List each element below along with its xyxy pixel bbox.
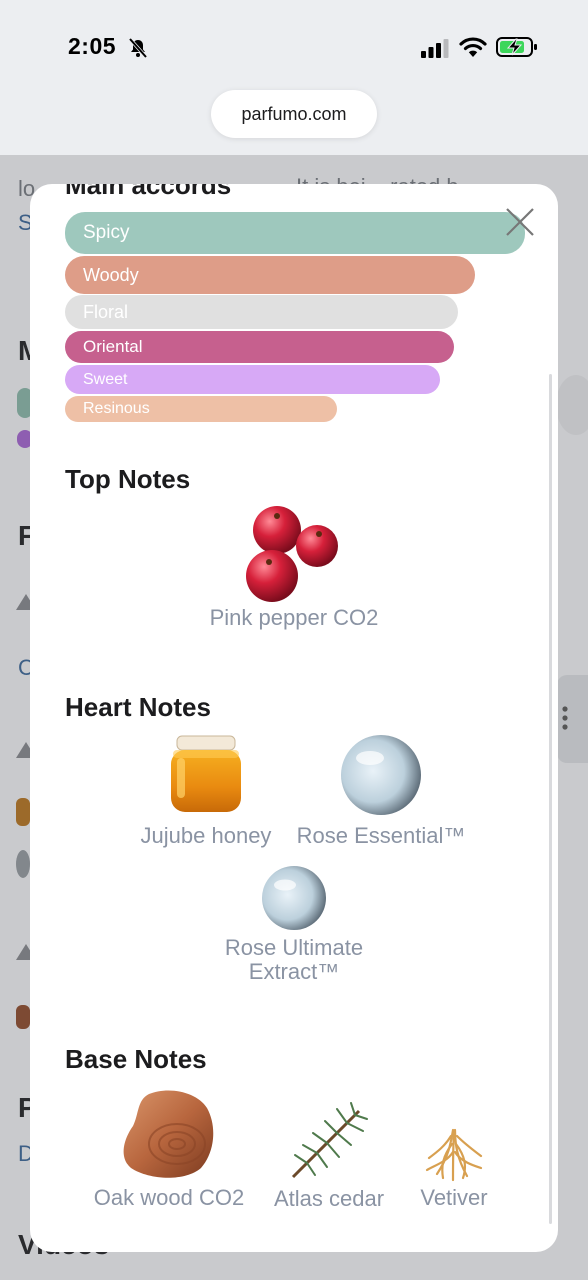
note-label: Rose Essential™ — [296, 823, 466, 848]
accord-label: Floral — [83, 301, 129, 322]
silent-bell-icon — [128, 37, 148, 59]
bg-circle-fragment — [556, 375, 588, 435]
kebab-menu-icon — [562, 706, 568, 730]
battery-charging-icon — [496, 37, 537, 57]
accord-label: Oriental — [83, 337, 143, 356]
cedar-branch-icon — [291, 1102, 368, 1179]
note-rose-essential[interactable]: Rose Essential™ — [296, 732, 466, 848]
accord-bar-sweet: Sweet — [65, 365, 440, 394]
heart-notes-title: Heart Notes — [65, 692, 211, 722]
url-text: parfumo.com — [241, 103, 347, 124]
base-notes-title: Base Notes — [65, 1044, 207, 1074]
accord-bar-oriental: Oriental — [65, 331, 454, 363]
oak-wood-icon — [123, 1090, 214, 1178]
note-label: Rose Ultimate Extract™ — [224, 935, 364, 984]
note-atlas-cedar[interactable]: Atlas cedar — [262, 1099, 396, 1211]
accord-label: Spicy — [83, 222, 130, 243]
cellular-signal-icon — [421, 39, 449, 58]
note-label: Jujube honey — [140, 823, 272, 848]
status-time: 2:05 — [68, 33, 117, 59]
bg-wood-fragment — [16, 1005, 30, 1029]
accord-bar-resinous: Resinous — [65, 396, 337, 422]
bg-droplet-fragment — [16, 850, 30, 878]
note-label: Pink pepper CO2 — [209, 605, 379, 630]
note-label: Vetiver — [420, 1185, 488, 1210]
honey-jar-icon — [171, 735, 241, 812]
vetiver-root-icon — [425, 1128, 483, 1182]
bg-honey-fragment — [16, 798, 30, 826]
droplet-icon — [262, 866, 326, 930]
accord-bar-spicy: Spicy — [65, 212, 525, 254]
pink-pepper-icon — [246, 506, 338, 602]
note-rose-ultimate-extract[interactable]: Rose Ultimate Extract™ — [214, 864, 374, 984]
accord-label: Sweet — [83, 370, 128, 388]
modal-scrollbar[interactable] — [549, 374, 552, 1224]
wifi-icon — [459, 37, 487, 57]
note-label: Oak wood CO2 — [93, 1185, 245, 1210]
accord-label: Resinous — [83, 400, 150, 417]
note-vetiver[interactable]: Vetiver — [404, 1122, 504, 1210]
url-bar[interactable]: parfumo.com — [211, 90, 377, 138]
accord-label: Woody — [83, 264, 139, 285]
notes-modal: Main accords Spicy Woody Floral Oriental… — [30, 184, 558, 1252]
note-jujube-honey[interactable]: Jujube honey — [130, 732, 282, 848]
main-accords-title: Main accords — [65, 184, 232, 200]
note-oak-wood[interactable]: Oak wood CO2 — [86, 1086, 252, 1210]
note-pink-pepper[interactable]: Pink pepper CO2 — [194, 502, 394, 630]
droplet-icon — [341, 735, 421, 815]
browser-top-bar: 2:05 parfumo.com — [0, 0, 588, 155]
note-label: Atlas cedar — [273, 1186, 385, 1211]
accord-bar-woody: Woody — [65, 256, 475, 294]
top-notes-title: Top Notes — [65, 464, 191, 494]
close-icon[interactable] — [504, 206, 536, 238]
accord-bar-floral: Floral — [65, 295, 458, 329]
